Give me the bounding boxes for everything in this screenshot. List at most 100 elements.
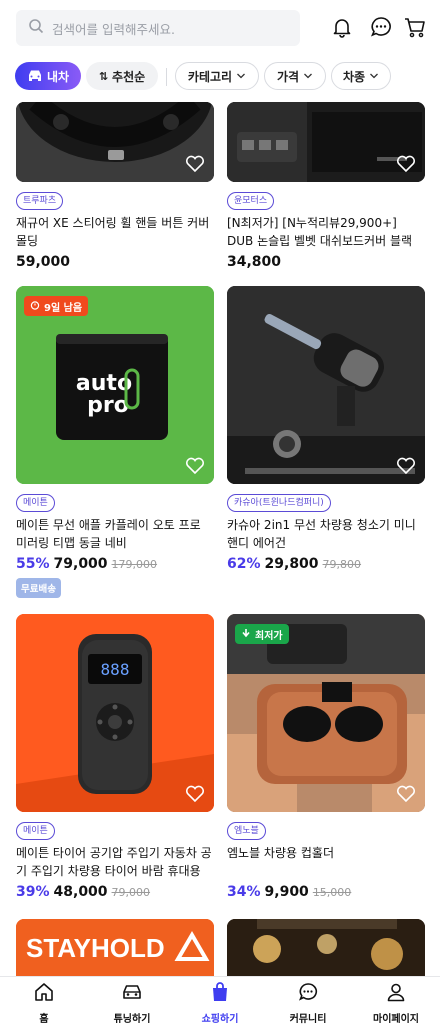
price-row: 34,800 bbox=[227, 254, 425, 270]
nav-label: 커뮤니티 bbox=[289, 1014, 327, 1025]
category-filter[interactable]: 카테고리 bbox=[175, 62, 259, 90]
price: 29,800 bbox=[264, 556, 319, 572]
car-type-label: 차종 bbox=[342, 69, 366, 84]
price-filter[interactable]: 가격 bbox=[264, 62, 326, 90]
discount-rate: 55% bbox=[16, 556, 50, 572]
brand-badge: 메이튼 bbox=[16, 822, 55, 840]
heart-icon[interactable] bbox=[395, 454, 417, 476]
heart-icon[interactable] bbox=[184, 454, 206, 476]
discount-rate: 39% bbox=[16, 884, 50, 900]
home-icon bbox=[33, 981, 55, 1006]
nav-home[interactable]: 홈 bbox=[0, 977, 88, 1029]
product-card[interactable]: 최저가 엠노블 엠노블 차량용 컵홀더 34% 9,900 15,000 bbox=[227, 614, 425, 900]
car-icon bbox=[121, 981, 143, 1006]
product-card[interactable]: 888 메이튼 메이튼 타이어 공기압 주입기 자동차 공기 주입기 차량용 타… bbox=[16, 614, 214, 900]
nav-label: 튜닝하기 bbox=[113, 1014, 151, 1025]
discount-rate: 34% bbox=[227, 884, 261, 900]
auto-pro-logo-2: pro bbox=[87, 393, 129, 418]
product-image: 최저가 bbox=[227, 614, 425, 812]
product-title: 메이튼 타이어 공기압 주입기 자동차 공기 주입기 차량용 타이어 바람 휴대… bbox=[16, 846, 212, 878]
price: 79,000 bbox=[53, 556, 108, 572]
product-title: 카슈아 2in1 무선 차량용 청소기 미니 핸디 에어건 bbox=[227, 518, 416, 550]
stayhold-logo: STAYHOLD bbox=[26, 933, 165, 963]
product-card[interactable]: 카슈아(트윈나드컴퍼니) 카슈아 2in1 무선 차량용 청소기 미니 핸디 에… bbox=[227, 286, 425, 572]
nav-label: 마이페이지 bbox=[373, 1014, 419, 1025]
chat-icon[interactable] bbox=[368, 14, 394, 40]
price: 48,000 bbox=[53, 884, 108, 900]
product-title: [N최저가] [N누적리뷰29,900+] DUB 논슬립 벨벳 대쉬보드커버 … bbox=[227, 216, 413, 248]
price-row: 59,000 bbox=[16, 254, 214, 270]
original-price: 179,000 bbox=[111, 558, 158, 571]
filter-bar: 내차 ⇅ 추천순 카테고리 가격 차종 bbox=[0, 60, 440, 94]
chevron-down-icon bbox=[236, 69, 246, 83]
shopping-bag-icon bbox=[209, 981, 231, 1006]
product-title: 재규어 XE 스티어링 휠 핸들 버튼 커버 몰딩 bbox=[16, 216, 210, 248]
car-type-filter[interactable]: 차종 bbox=[331, 62, 391, 90]
brand-badge: 메이튼 bbox=[16, 494, 55, 512]
product-title: 엠노블 차량용 컵홀더 bbox=[227, 846, 334, 860]
chevron-down-icon bbox=[369, 69, 379, 83]
product-image: auto pro 9일 남음 bbox=[16, 286, 214, 484]
product-card[interactable]: STAYHOLD bbox=[16, 919, 214, 976]
product-image: 888 bbox=[16, 614, 214, 812]
car-icon bbox=[27, 68, 43, 85]
brand-badge: 윤모터스 bbox=[227, 192, 275, 210]
search-icon bbox=[28, 18, 44, 38]
heart-icon[interactable] bbox=[184, 152, 206, 174]
sort-chip[interactable]: ⇅ 추천순 bbox=[86, 62, 158, 90]
chevron-down-icon bbox=[303, 69, 313, 83]
cart-icon[interactable] bbox=[402, 14, 428, 40]
price-label: 가격 bbox=[276, 69, 300, 84]
bell-icon[interactable] bbox=[329, 14, 355, 40]
price: 59,000 bbox=[16, 254, 71, 270]
heart-icon[interactable] bbox=[395, 152, 417, 174]
time-left-badge: 9일 남음 bbox=[24, 296, 89, 316]
down-arrow-icon bbox=[241, 628, 251, 641]
nav-label: 쇼핑하기 bbox=[201, 1014, 239, 1025]
brand-badge: 트루파츠 bbox=[16, 192, 64, 210]
free-shipping-tag: 무료배송 bbox=[16, 578, 61, 598]
nav-mypage[interactable]: 마이페이지 bbox=[352, 977, 440, 1029]
alarm-icon bbox=[30, 300, 40, 313]
my-car-chip[interactable]: 내차 bbox=[15, 62, 81, 90]
category-label: 카테고리 bbox=[187, 69, 233, 84]
sort-label: 추천순 bbox=[112, 69, 146, 84]
nav-shopping[interactable]: 쇼핑하기 bbox=[176, 977, 264, 1029]
product-card[interactable]: 윤모터스 [N최저가] [N누적리뷰29,900+] DUB 논슬립 벨벳 대쉬… bbox=[227, 102, 425, 270]
divider bbox=[166, 68, 167, 86]
discount-rate: 62% bbox=[227, 556, 261, 572]
product-card[interactable]: 트루파츠 재규어 XE 스티어링 휠 핸들 버튼 커버 몰딩 59,000 bbox=[16, 102, 214, 270]
price-row: 34% 9,900 15,000 bbox=[227, 884, 425, 900]
gauge-display: 888 bbox=[101, 660, 130, 679]
product-image bbox=[227, 286, 425, 484]
original-price: 79,000 bbox=[111, 886, 151, 899]
search-input[interactable]: 검색어를 입력해주세요. bbox=[16, 10, 300, 46]
product-image bbox=[227, 102, 425, 182]
lowest-price-badge: 최저가 bbox=[235, 624, 289, 644]
price-row: 62% 29,800 79,800 bbox=[227, 556, 425, 572]
nav-tuning[interactable]: 튜닝하기 bbox=[88, 977, 176, 1029]
time-left-label: 9일 남음 bbox=[44, 302, 83, 314]
brand-badge: 카슈아(트윈나드컴퍼니) bbox=[227, 494, 331, 512]
search-placeholder: 검색어를 입력해주세요. bbox=[52, 21, 175, 37]
community-icon bbox=[297, 981, 319, 1006]
nav-label: 홈 bbox=[39, 1014, 49, 1025]
heart-icon[interactable] bbox=[395, 782, 417, 804]
product-image bbox=[227, 919, 425, 976]
original-price: 15,000 bbox=[312, 886, 352, 899]
product-image bbox=[16, 102, 214, 182]
product-card[interactable]: auto pro 9일 남음 메이튼 메이튼 무선 애플 카플레이 오토 프로 … bbox=[16, 286, 214, 598]
product-card[interactable] bbox=[227, 919, 425, 976]
lowest-price-label: 최저가 bbox=[255, 630, 283, 642]
product-grid: 트루파츠 재규어 XE 스티어링 휠 핸들 버튼 커버 몰딩 59,000 윤모… bbox=[0, 102, 440, 976]
price: 9,900 bbox=[264, 884, 309, 900]
original-price: 79,800 bbox=[322, 558, 362, 571]
product-title: 메이튼 무선 애플 카플레이 오토 프로 미러링 티맵 동글 네비 bbox=[16, 518, 201, 550]
brand-badge: 엠노블 bbox=[227, 822, 266, 840]
price-row: 39% 48,000 79,000 bbox=[16, 884, 214, 900]
heart-icon[interactable] bbox=[184, 782, 206, 804]
person-icon bbox=[385, 981, 407, 1006]
nav-community[interactable]: 커뮤니티 bbox=[264, 977, 352, 1029]
bottom-nav: 홈 튜닝하기 쇼핑하기 커뮤니티 마이페이지 bbox=[0, 976, 440, 1029]
price: 34,800 bbox=[227, 254, 282, 270]
